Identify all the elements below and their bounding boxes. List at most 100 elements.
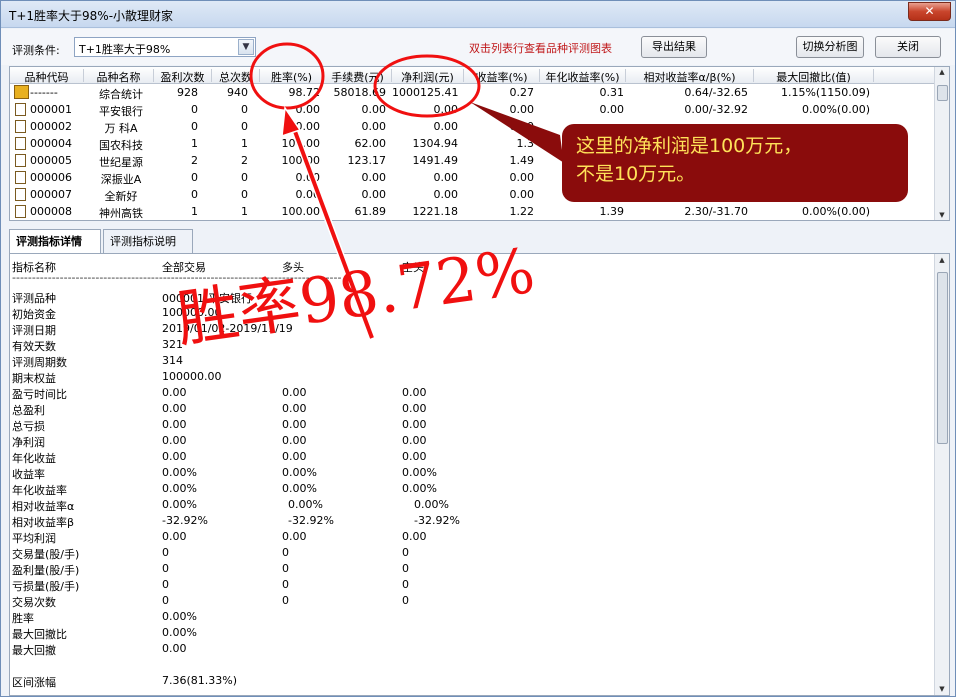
col-header[interactable]: 总次数 [212,69,260,84]
metric-value: -32.92% [162,514,208,527]
metric-name: 盈亏时间比 [12,388,67,401]
table-row[interactable]: 000001 平安银行 0 0 0.00 0.00 0.00 0.00 0.00 0.00/-32… [10,101,936,118]
scroll-up-icon[interactable]: ▲ [935,256,949,264]
col-header[interactable]: 品种代码 [10,69,84,84]
table-cell: 61.89 [354,205,387,218]
table-cell: 0.00%(0.00) [801,205,870,218]
metric-value: 0 [282,594,289,607]
callout-line-1: 这里的净利润是100万元， [576,135,803,157]
switch-chart-button[interactable]: 切换分析图 [796,36,864,58]
metric-name: 年化收益 [12,452,56,465]
col-header[interactable]: 胜率(%) [260,69,324,84]
metric-value: 0.00 [162,386,187,399]
col-header[interactable]: 品种名称 [84,69,154,84]
chevron-down-icon[interactable]: ▼ [238,39,254,55]
table-cell: 1.49 [509,154,535,167]
table-cell: 0.00 [361,171,387,184]
metric-value: 0 [402,594,409,607]
metric-name: 最大回撤比 [12,628,67,641]
metric-value: 314 [162,354,183,367]
table-cell: 综合统计 [99,88,143,101]
table-cell: 0.00 [295,188,321,201]
table-cell: ------- [30,86,58,99]
metric-value: 0.00% [282,482,317,495]
metric-value: 7.36(81.33%) [162,674,238,687]
table-cell: 0 [241,120,248,133]
title-bar[interactable]: T+1胜率大于98%-小散理财家 ✕ [1,1,955,28]
table-cell: 000002 [30,120,72,133]
metric-name: 盈利量(股/手) [12,564,80,577]
col-header[interactable]: 收益率(%) [464,69,540,84]
metric-value: 0.00% [162,498,197,511]
table-cell: 0.00 [361,120,387,133]
table-cell: 0.00 [295,120,321,133]
metric-value: 0.00 [282,434,307,447]
metric-name: 总盈利 [12,404,45,417]
scroll-down-icon[interactable]: ▼ [935,211,949,219]
table-cell: 1 [191,205,198,218]
table-row[interactable]: ------- 综合统计 928 940 98.72 58018.69 1000125.41… [10,84,936,101]
table-cell: 0.00/-32.92 [684,103,748,116]
detail-scrollbar[interactable]: ▲ ▼ [934,254,949,695]
table-cell: 平安银行 [99,105,143,118]
scroll-thumb[interactable] [937,85,948,101]
metric-value: 0.00 [162,402,187,415]
metric-value: -32.92% [414,514,460,527]
condition-select[interactable]: T+1胜率大于98% ▼ [74,37,256,57]
metric-name: 净利润 [12,436,45,449]
table-cell: 000006 [30,171,72,184]
table-cell: 000008 [30,205,72,218]
metric-value: 0.00 [162,642,187,655]
close-button[interactable]: 关闭 [875,36,941,58]
table-cell: 0 [191,103,198,116]
table-cell: 1000125.41 [392,86,459,99]
metric-value: 0 [162,562,169,575]
scroll-down-icon[interactable]: ▼ [935,685,949,693]
metric-name: 胜率 [12,612,34,625]
metric-name: 年化收益率 [12,484,67,497]
metric-name: 平均利润 [12,532,56,545]
tab-explain[interactable]: 评测指标说明 [103,229,193,253]
table-cell: 0.00 [509,103,535,116]
table-header: 品种代码 品种名称 盈利次数 总次数 胜率(%) 手续费(元) 净利润(元) 收… [10,67,940,84]
table-cell: 0.00 [509,188,535,201]
scroll-thumb[interactable] [937,272,948,444]
export-button[interactable]: 导出结果 [641,36,707,58]
col-header[interactable]: 手续费(元) [324,69,392,84]
table-cell: 0.00 [295,171,321,184]
metric-value: 0.00% [162,626,197,639]
metric-value: 0.00 [402,450,427,463]
table-row[interactable]: 000008 神州高铁 1 1 100.00 61.89 1221.18 1.22 1.39 2.… [10,203,936,220]
table-cell: 1304.94 [412,137,459,150]
table-cell: 62.00 [354,137,387,150]
window-close-button[interactable]: ✕ [908,2,951,21]
metric-value: 0 [282,562,289,575]
file-icon [15,205,26,218]
col-header[interactable]: 净利润(元) [392,69,464,84]
metric-value: 0.00 [282,530,307,543]
file-icon [15,171,26,184]
col-header[interactable]: 相对收益率α/β(%) [626,69,754,84]
file-icon [15,154,26,167]
table-scrollbar[interactable]: ▲ ▼ [934,67,949,220]
metric-value: 0.00% [402,466,437,479]
table-cell: 全新好 [104,190,138,203]
table-cell: 国农科技 [99,139,143,152]
metric-value: 0.00 [402,434,427,447]
table-cell: 0.00%(0.00) [801,103,870,116]
metric-name: 评测周期数 [12,356,67,369]
scroll-up-icon[interactable]: ▲ [935,68,949,76]
table-cell: 123.17 [347,154,387,167]
metric-value: 0.00 [402,418,427,431]
col-header[interactable]: 年化收益率(%) [540,69,626,84]
col-header[interactable]: 最大回撤比(值) [754,69,874,84]
file-icon [15,188,26,201]
table-cell: 98.72 [288,86,321,99]
table-cell: 0 [241,103,248,116]
table-cell: 000007 [30,188,72,201]
tab-detail[interactable]: 评测指标详情 [9,229,101,254]
col-header[interactable]: 盈利次数 [154,69,212,84]
table-cell: 58018.69 [333,86,387,99]
metric-value: 0.00 [402,530,427,543]
metric-name: 相对收益率α [12,500,75,513]
